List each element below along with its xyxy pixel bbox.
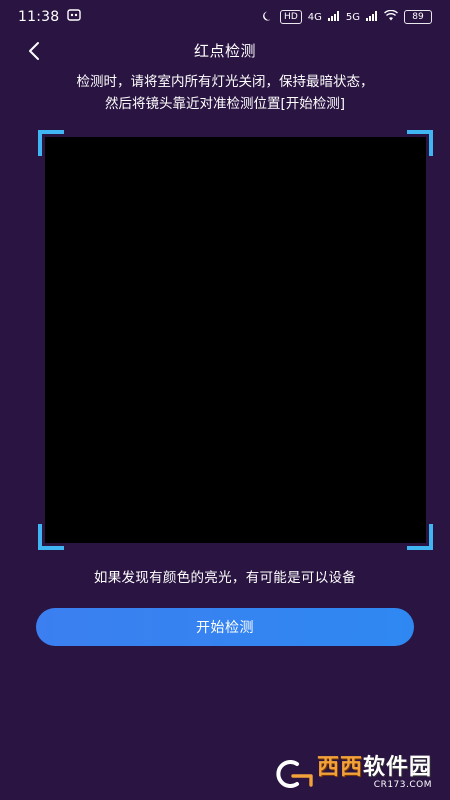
scanner-corner-top-right <box>407 130 433 156</box>
back-button[interactable] <box>20 37 48 65</box>
hint-text: 如果发现有颜色的亮光，有可能是可以设备 <box>93 570 357 586</box>
site-watermark: 西西软件园 CR173.COM <box>271 757 432 790</box>
wifi-icon <box>384 9 398 24</box>
watermark-brand-b: 软件园 <box>362 755 432 780</box>
battery-indicator: 89 <box>404 10 432 24</box>
notification-icon <box>67 9 82 25</box>
page-title: 红点检测 <box>193 41 256 60</box>
moon-icon <box>262 10 274 25</box>
chevron-left-icon <box>29 42 39 60</box>
status-left: 11:38 <box>18 9 82 25</box>
scanner-corner-bottom-right <box>407 524 433 550</box>
status-right: HD 4G 5G 89 <box>262 9 432 25</box>
watermark-logo-icon <box>271 759 315 789</box>
watermark-brand-a: 西西 <box>316 755 363 780</box>
signal-label-4g: 4G <box>307 11 322 23</box>
camera-scanner <box>38 130 433 550</box>
signal-bars-icon <box>327 10 340 24</box>
watermark-domain: CR173.COM <box>373 780 432 790</box>
instructions: 检测时，请将室内所有灯光关闭，保持最暗状态， 然后将镜头靠近对准检测位置[开始检… <box>0 71 450 115</box>
signal-bars-icon-2 <box>366 10 378 24</box>
status-time: 11:38 <box>18 9 60 25</box>
scanner-corner-bottom-left <box>38 524 64 550</box>
instruction-line-2: 然后将镜头靠近对准检测位置[开始检测] <box>104 96 346 112</box>
top-navigation: 红点检测 <box>0 34 450 66</box>
status-bar: 11:38 HD 4G 5G 89 <box>0 0 450 34</box>
watermark-brand: 西西软件园 <box>317 757 432 779</box>
instruction-line-1: 检测时，请将室内所有灯光关闭，保持最暗状态， <box>76 74 374 90</box>
scanner-corner-top-left <box>38 130 64 156</box>
start-detection-button[interactable]: 开始检测 <box>36 608 414 646</box>
signal-label-5g: 5G <box>345 11 360 23</box>
camera-preview <box>45 137 426 543</box>
watermark-text: 西西软件园 CR173.COM <box>317 757 432 790</box>
hd-badge: HD <box>280 10 302 24</box>
